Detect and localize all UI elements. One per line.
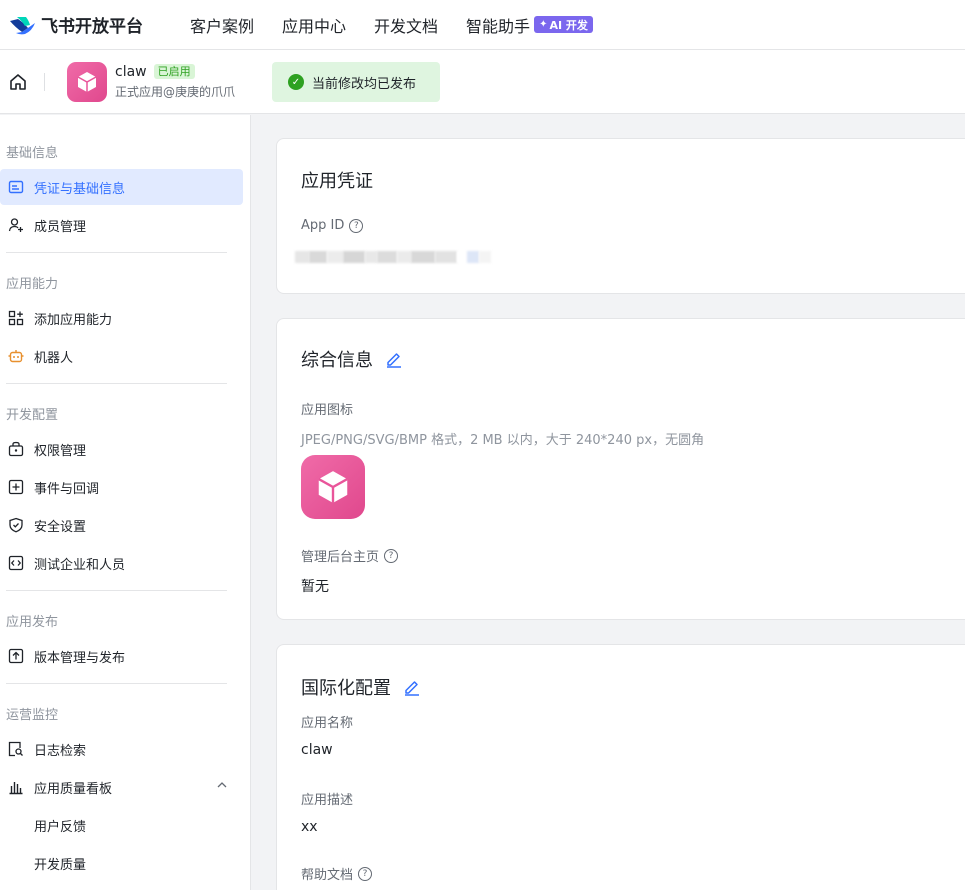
- section-title-monitoring: 运营监控: [6, 708, 59, 723]
- general-info-card: 综合信息 应用图标 JPEG/PNG/SVG/BMP 格式，2 MB 以内，大于…: [276, 318, 965, 620]
- card-title-row: 国际化配置: [301, 674, 421, 700]
- app-id-label: App ID ?: [301, 218, 364, 233]
- sidebar-item-bot[interactable]: 机器人: [0, 338, 243, 374]
- app-header-bar: claw 已启用 正式应用@庚庚的爪爪 ✓ 当前修改均已发布: [0, 50, 965, 114]
- app-id-value-redacted: [295, 251, 491, 263]
- divider: [44, 72, 45, 91]
- sidebar: 基础信息 凭证与基础信息 成员管理 应用能力 添加应用能力 机器人 开发配置 权…: [0, 115, 251, 890]
- card-title: 应用凭证: [301, 171, 373, 192]
- apps-add-icon: [8, 310, 24, 326]
- ai-dev-badge[interactable]: ✦ AI 开发: [534, 16, 593, 33]
- credentials-card: 应用凭证 App ID ?: [276, 138, 965, 294]
- upload-box-icon: [8, 648, 24, 664]
- app-cube-icon[interactable]: [301, 455, 365, 519]
- sidebar-item-label: 成员管理: [34, 219, 87, 235]
- section-title-dev-config: 开发配置: [6, 408, 59, 423]
- divider: [6, 383, 227, 384]
- sidebar-item-label: 测试企业和人员: [34, 557, 126, 573]
- sidebar-item-label: 添加应用能力: [34, 312, 113, 328]
- admin-home-label: 管理后台主页 ?: [301, 546, 399, 565]
- nav-customer-cases[interactable]: 客户案例: [190, 13, 254, 37]
- sidebar-item-versions[interactable]: 版本管理与发布: [0, 638, 243, 674]
- help-icon[interactable]: ?: [349, 218, 364, 233]
- chevron-up-icon[interactable]: [216, 779, 228, 795]
- edit-pencil-icon[interactable]: [403, 678, 421, 696]
- field-label-text: App ID: [301, 218, 345, 233]
- top-navigation: 飞书开放平台 客户案例 应用中心 开发文档 智能助手 ✦ AI 开发: [0, 0, 965, 50]
- section-title-release: 应用发布: [6, 615, 59, 630]
- card-title: 综合信息: [301, 350, 373, 371]
- robot-icon: [8, 348, 24, 364]
- lock-box-icon: [8, 441, 24, 457]
- nav-dev-docs[interactable]: 开发文档: [374, 13, 438, 37]
- sidebar-item-test-tenants[interactable]: 测试企业和人员: [0, 545, 243, 581]
- sidebar-item-quality-board[interactable]: 应用质量看板: [0, 769, 243, 805]
- log-search-icon: [8, 741, 24, 757]
- ai-badge-label: AI 开发: [549, 18, 588, 32]
- sidebar-item-label: 凭证与基础信息: [34, 181, 126, 197]
- divider: [6, 683, 227, 684]
- sidebar-item-label: 版本管理与发布: [34, 650, 126, 666]
- edit-pencil-icon[interactable]: [385, 350, 403, 368]
- brand[interactable]: 飞书开放平台: [8, 12, 190, 37]
- card-title: 国际化配置: [301, 678, 391, 699]
- sidebar-item-permissions[interactable]: 权限管理: [0, 431, 243, 467]
- sidebar-item-label: 权限管理: [34, 443, 87, 459]
- section-title-basic: 基础信息: [6, 146, 59, 161]
- shield-icon: [8, 517, 24, 533]
- sidebar-item-label: 机器人: [34, 350, 74, 366]
- sidebar-item-label: 用户反馈: [34, 819, 87, 835]
- publish-status-banner: ✓ 当前修改均已发布: [272, 62, 440, 102]
- app-desc-label: 应用描述: [301, 793, 354, 808]
- sidebar-item-credentials[interactable]: 凭证与基础信息: [0, 169, 243, 205]
- sparkle-icon: ✦: [539, 19, 548, 30]
- admin-home-value: 暂无: [301, 579, 329, 595]
- sidebar-item-label: 应用质量看板: [34, 781, 113, 797]
- bar-chart-icon: [8, 779, 24, 795]
- i18n-config-card: 国际化配置 应用名称 claw 应用描述 xx 帮助文档 ?: [276, 644, 965, 890]
- card-title-row: 综合信息: [301, 346, 403, 372]
- user-add-icon: [8, 217, 24, 233]
- app-icon-label: 应用图标: [301, 403, 354, 418]
- field-label-text: 帮助文档: [301, 868, 354, 883]
- sidebar-item-log-search[interactable]: 日志检索: [0, 731, 243, 767]
- sidebar-item-label: 事件与回调: [34, 481, 100, 497]
- sidebar-item-label: 开发质量: [34, 857, 87, 873]
- app-desc-value: xx: [301, 819, 318, 835]
- help-docs-label: 帮助文档 ?: [301, 864, 373, 883]
- app-subtitle: 正式应用@庚庚的爪爪: [115, 84, 236, 99]
- field-label-text: 管理后台主页: [301, 550, 380, 565]
- event-plus-icon: [8, 479, 24, 495]
- nav-app-center[interactable]: 应用中心: [282, 13, 346, 37]
- sidebar-item-user-feedback[interactable]: 用户反馈: [0, 807, 243, 843]
- code-box-icon: [8, 555, 24, 571]
- sidebar-item-security[interactable]: 安全设置: [0, 507, 243, 543]
- nav-smart-assistant[interactable]: 智能助手: [466, 13, 530, 37]
- sidebar-item-add-capability[interactable]: 添加应用能力: [0, 300, 243, 336]
- home-icon[interactable]: [4, 68, 32, 96]
- check-circle-icon: ✓: [288, 74, 304, 90]
- divider: [6, 590, 227, 591]
- sidebar-item-label: 安全设置: [34, 519, 87, 535]
- app-name: claw: [115, 63, 147, 80]
- section-title-capabilities: 应用能力: [6, 277, 59, 292]
- app-name-value: claw: [301, 742, 333, 758]
- id-card-icon: [8, 179, 24, 195]
- publish-status-text: 当前修改均已发布: [312, 76, 417, 92]
- help-icon[interactable]: ?: [358, 866, 373, 881]
- brand-name: 飞书开放平台: [41, 17, 143, 37]
- help-icon[interactable]: ?: [384, 548, 399, 563]
- app-name-label: 应用名称: [301, 716, 354, 731]
- sidebar-item-dev-quality[interactable]: 开发质量: [0, 845, 243, 881]
- sidebar-item-label: 日志检索: [34, 743, 87, 759]
- app-cube-icon: [67, 61, 107, 102]
- feishu-logo-icon: [8, 14, 36, 36]
- divider: [6, 252, 227, 253]
- status-badge: 已启用: [153, 64, 195, 79]
- sidebar-item-members[interactable]: 成员管理: [0, 207, 243, 243]
- sidebar-item-events[interactable]: 事件与回调: [0, 469, 243, 505]
- app-icon-hint: JPEG/PNG/SVG/BMP 格式，2 MB 以内，大于 240*240 p…: [301, 433, 705, 448]
